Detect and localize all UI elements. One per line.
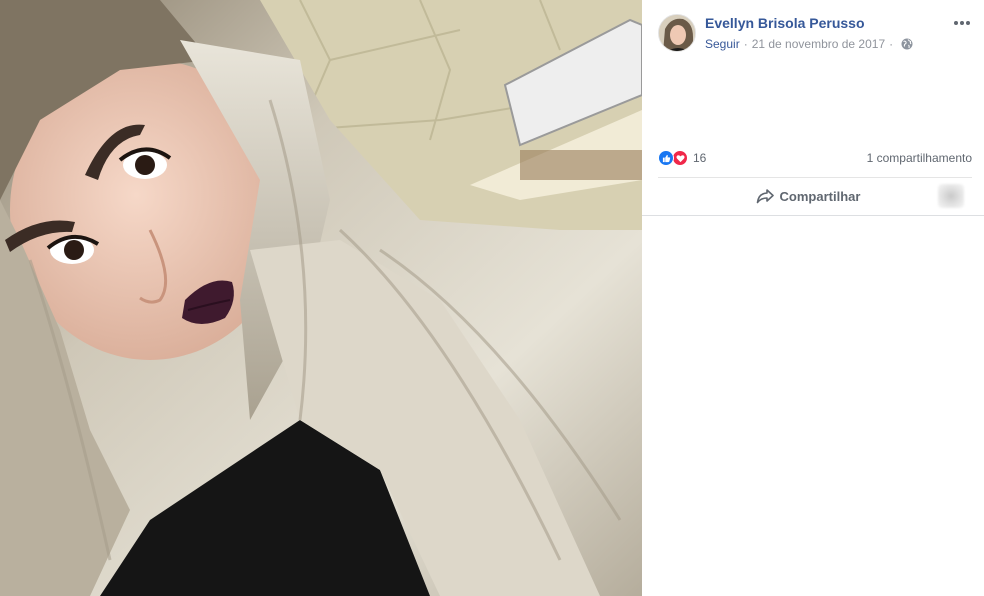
reaction-icons[interactable] — [658, 150, 688, 166]
divider — [642, 215, 984, 216]
selfie-image — [0, 0, 642, 596]
post-photo[interactable] — [0, 0, 642, 596]
post-header: Evellyn Brisola Perusso Seguir · 21 de n… — [642, 0, 984, 64]
meta-separator-2: · — [889, 37, 894, 51]
love-reaction-icon — [672, 150, 688, 166]
share-arrow-icon — [756, 189, 774, 204]
viewer-avatar-blurred[interactable] — [938, 184, 964, 208]
globe-icon[interactable] — [901, 38, 913, 50]
reactions-bar: 16 1 compartilhamento — [658, 148, 972, 168]
divider — [658, 177, 972, 178]
reaction-count[interactable]: 16 — [693, 151, 706, 165]
like-reaction-icon — [658, 150, 674, 166]
share-button[interactable]: Compartilhar — [658, 180, 958, 212]
post-side-panel: Evellyn Brisola Perusso Seguir · 21 de n… — [642, 0, 984, 596]
follow-link[interactable]: Seguir — [705, 37, 740, 51]
author-name-link[interactable]: Evellyn Brisola Perusso — [705, 15, 865, 31]
more-options-icon[interactable] — [952, 14, 972, 32]
post-meta: Seguir · 21 de novembro de 2017 · — [705, 37, 913, 51]
share-count-link[interactable]: 1 compartilhamento — [867, 151, 972, 165]
post-date-link[interactable]: 21 de novembro de 2017 — [752, 37, 885, 51]
meta-separator: · — [743, 37, 748, 51]
share-button-label: Compartilhar — [779, 188, 861, 204]
author-avatar[interactable] — [658, 14, 696, 52]
